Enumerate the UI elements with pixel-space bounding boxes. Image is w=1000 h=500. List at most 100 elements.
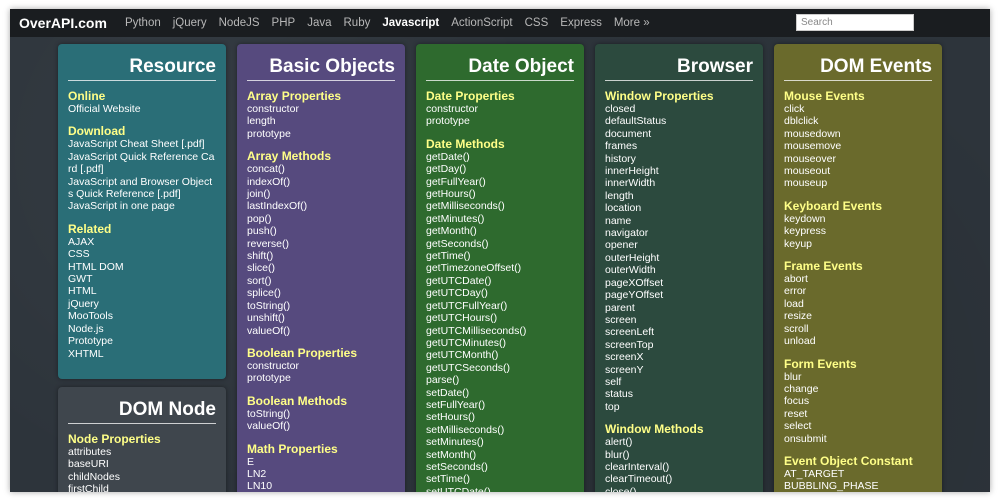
reference-link[interactable]: dblclick <box>784 115 932 127</box>
reference-link[interactable]: self <box>605 376 753 388</box>
reference-link[interactable]: setFullYear() <box>426 399 574 411</box>
reference-link[interactable]: setTime() <box>426 473 574 485</box>
reference-link[interactable]: scroll <box>784 323 932 335</box>
reference-link[interactable]: slice() <box>247 262 395 274</box>
reference-link[interactable]: clearInterval() <box>605 461 753 473</box>
reference-link[interactable]: AJAX <box>68 236 216 248</box>
reference-link[interactable]: history <box>605 153 753 165</box>
reference-link[interactable]: pageXOffset <box>605 277 753 289</box>
reference-link[interactable]: toString() <box>247 300 395 312</box>
nav-item-express[interactable]: Express <box>560 17 602 29</box>
reference-link[interactable]: prototype <box>247 372 395 384</box>
reference-link[interactable]: screen <box>605 314 753 326</box>
reference-link[interactable]: pageYOffset <box>605 289 753 301</box>
reference-link[interactable]: MooTools <box>68 310 216 322</box>
reference-link[interactable]: getHours() <box>426 188 574 200</box>
reference-link[interactable]: valueOf() <box>247 325 395 337</box>
reference-link[interactable]: HTML DOM <box>68 261 216 273</box>
reference-link[interactable]: reset <box>784 408 932 420</box>
reference-link[interactable]: document <box>605 128 753 140</box>
reference-link[interactable]: screenY <box>605 364 753 376</box>
nav-item-actionscript[interactable]: ActionScript <box>451 17 512 29</box>
reference-link[interactable]: getUTCFullYear() <box>426 300 574 312</box>
reference-link[interactable]: select <box>784 420 932 432</box>
reference-link[interactable]: unload <box>784 335 932 347</box>
reference-link[interactable]: getUTCDate() <box>426 275 574 287</box>
reference-link[interactable]: JavaScript in one page <box>68 200 216 212</box>
nav-item-more[interactable]: More » <box>614 17 650 29</box>
reference-link[interactable]: defaultStatus <box>605 115 753 127</box>
reference-link[interactable]: getUTCMonth() <box>426 349 574 361</box>
nav-item-nodejs[interactable]: NodeJS <box>219 17 260 29</box>
reference-link[interactable]: getFullYear() <box>426 176 574 188</box>
reference-link[interactable]: baseURI <box>68 458 216 470</box>
reference-link[interactable]: mousemove <box>784 140 932 152</box>
reference-link[interactable]: Official Website <box>68 103 216 115</box>
nav-item-jquery[interactable]: jQuery <box>173 17 207 29</box>
reference-link[interactable]: outerWidth <box>605 264 753 276</box>
reference-link[interactable]: getUTCSeconds() <box>426 362 574 374</box>
reference-link[interactable]: resize <box>784 310 932 322</box>
reference-link[interactable]: push() <box>247 225 395 237</box>
reference-link[interactable]: length <box>247 115 395 127</box>
reference-link[interactable]: BUBBLING_PHASE <box>784 480 932 492</box>
reference-link[interactable]: setMilliseconds() <box>426 424 574 436</box>
reference-link[interactable]: parse() <box>426 374 574 386</box>
reference-link[interactable]: setMonth() <box>426 449 574 461</box>
reference-link[interactable]: valueOf() <box>247 420 395 432</box>
reference-link[interactable]: reverse() <box>247 238 395 250</box>
reference-link[interactable]: getUTCDay() <box>426 287 574 299</box>
reference-link[interactable]: load <box>784 298 932 310</box>
reference-link[interactable]: unshift() <box>247 312 395 324</box>
reference-link[interactable]: name <box>605 215 753 227</box>
reference-link[interactable]: attributes <box>68 446 216 458</box>
reference-link[interactable]: keyup <box>784 238 932 250</box>
site-logo[interactable]: OverAPI.com <box>19 15 107 31</box>
reference-link[interactable]: concat() <box>247 163 395 175</box>
nav-item-javascript[interactable]: Javascript <box>382 17 439 29</box>
reference-link[interactable]: getUTCMilliseconds() <box>426 325 574 337</box>
reference-link[interactable]: getDay() <box>426 163 574 175</box>
reference-link[interactable]: Node.js <box>68 323 216 335</box>
reference-link[interactable]: LN2 <box>247 468 395 480</box>
reference-link[interactable]: childNodes <box>68 471 216 483</box>
nav-item-python[interactable]: Python <box>125 17 161 29</box>
reference-link[interactable]: mouseover <box>784 153 932 165</box>
reference-link[interactable]: getMonth() <box>426 225 574 237</box>
reference-link[interactable]: constructor <box>247 360 395 372</box>
reference-link[interactable]: clearTimeout() <box>605 473 753 485</box>
reference-link[interactable]: getTimezoneOffset() <box>426 262 574 274</box>
reference-link[interactable]: firstChild <box>68 483 216 492</box>
reference-link[interactable]: navigator <box>605 227 753 239</box>
reference-link[interactable]: getMilliseconds() <box>426 200 574 212</box>
reference-link[interactable]: Prototype <box>68 335 216 347</box>
reference-link[interactable]: close() <box>605 486 753 492</box>
reference-link[interactable]: mousedown <box>784 128 932 140</box>
reference-link[interactable]: JavaScript Quick Reference Ca rd [.pdf] <box>68 151 216 176</box>
reference-link[interactable]: mouseup <box>784 177 932 189</box>
reference-link[interactable]: blur() <box>605 449 753 461</box>
reference-link[interactable]: setSeconds() <box>426 461 574 473</box>
reference-link[interactable]: lastIndexOf() <box>247 200 395 212</box>
nav-item-php[interactable]: PHP <box>272 17 296 29</box>
reference-link[interactable]: shift() <box>247 250 395 262</box>
reference-link[interactable]: E <box>247 456 395 468</box>
reference-link[interactable]: frames <box>605 140 753 152</box>
reference-link[interactable]: setMinutes() <box>426 436 574 448</box>
reference-link[interactable]: parent <box>605 302 753 314</box>
reference-link[interactable]: getTime() <box>426 250 574 262</box>
reference-link[interactable]: constructor <box>247 103 395 115</box>
reference-link[interactable]: AT_TARGET <box>784 468 932 480</box>
reference-link[interactable]: screenTop <box>605 339 753 351</box>
reference-link[interactable]: screenLeft <box>605 326 753 338</box>
reference-link[interactable]: toString() <box>247 408 395 420</box>
reference-link[interactable]: keydown <box>784 213 932 225</box>
nav-item-css[interactable]: CSS <box>525 17 549 29</box>
reference-link[interactable]: alert() <box>605 436 753 448</box>
reference-link[interactable]: length <box>605 190 753 202</box>
reference-link[interactable]: screenX <box>605 351 753 363</box>
reference-link[interactable]: LN10 <box>247 480 395 492</box>
reference-link[interactable]: JavaScript Cheat Sheet [.pdf] <box>68 138 216 150</box>
reference-link[interactable]: onsubmit <box>784 433 932 445</box>
reference-link[interactable]: splice() <box>247 287 395 299</box>
